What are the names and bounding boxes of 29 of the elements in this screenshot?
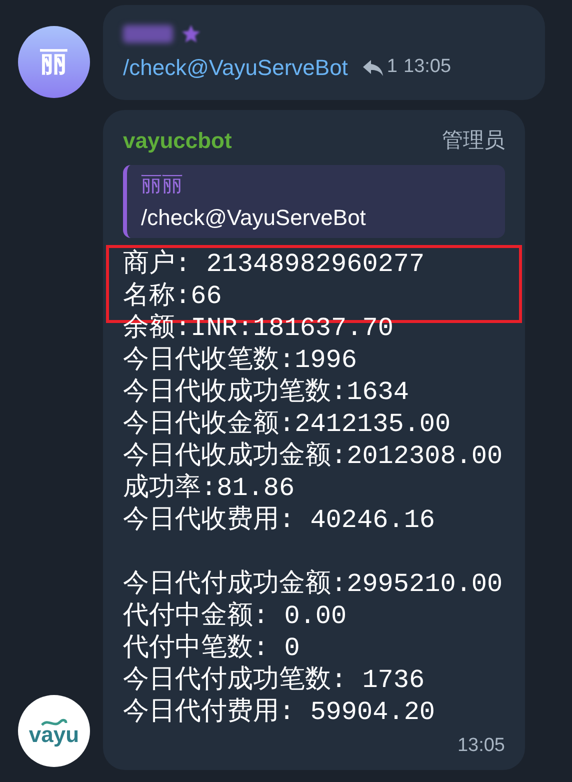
command-link[interactable]: /check@VayuServeBot <box>123 51 348 84</box>
message-time: 13:05 <box>404 55 452 80</box>
message-line: 今日代收笔数:1996 <box>123 344 358 376</box>
reply-icon <box>362 58 384 76</box>
wave-icon <box>40 716 68 728</box>
message-line: 今日代收金额:2412135.00 <box>123 408 452 440</box>
reply-quote[interactable]: 丽丽 /check@VayuServeBot <box>123 165 505 238</box>
message-line: 今日代收费用: 40246.16 <box>123 504 436 536</box>
message-time: 13:05 <box>457 734 505 758</box>
message-line: 今日代付成功金额:2995210.00 <box>123 568 504 600</box>
message-line: 代付中笔数: 0 <box>123 632 301 664</box>
quote-author: 丽丽 <box>141 172 184 198</box>
star-icon <box>181 24 201 44</box>
blurred-name <box>123 25 173 43</box>
role-label: 管理员 <box>442 128 505 154</box>
message-line: 今日代付费用: 59904.20 <box>123 696 436 728</box>
sender-name: vayuccbot <box>123 127 232 155</box>
message-line: 名称:66 <box>123 280 223 312</box>
logo-text: vayu <box>28 724 80 746</box>
message-line: 今日代收成功金额:2012308.00 <box>123 440 504 472</box>
message-line: 今日代付成功笔数: 1736 <box>123 664 426 696</box>
quote-text: /check@VayuServeBot <box>141 204 367 232</box>
message-line: 今日代收成功笔数:1634 <box>123 376 410 408</box>
message-line: 商户: 21348982960277 <box>123 248 426 280</box>
message-line: 成功率:81.86 <box>123 472 296 504</box>
avatar-initial: 丽 <box>40 45 68 79</box>
reply-count: 1 <box>386 55 398 80</box>
message-line: 代付中金额: 0.00 <box>123 600 348 632</box>
avatar[interactable]: vayu <box>18 695 90 767</box>
